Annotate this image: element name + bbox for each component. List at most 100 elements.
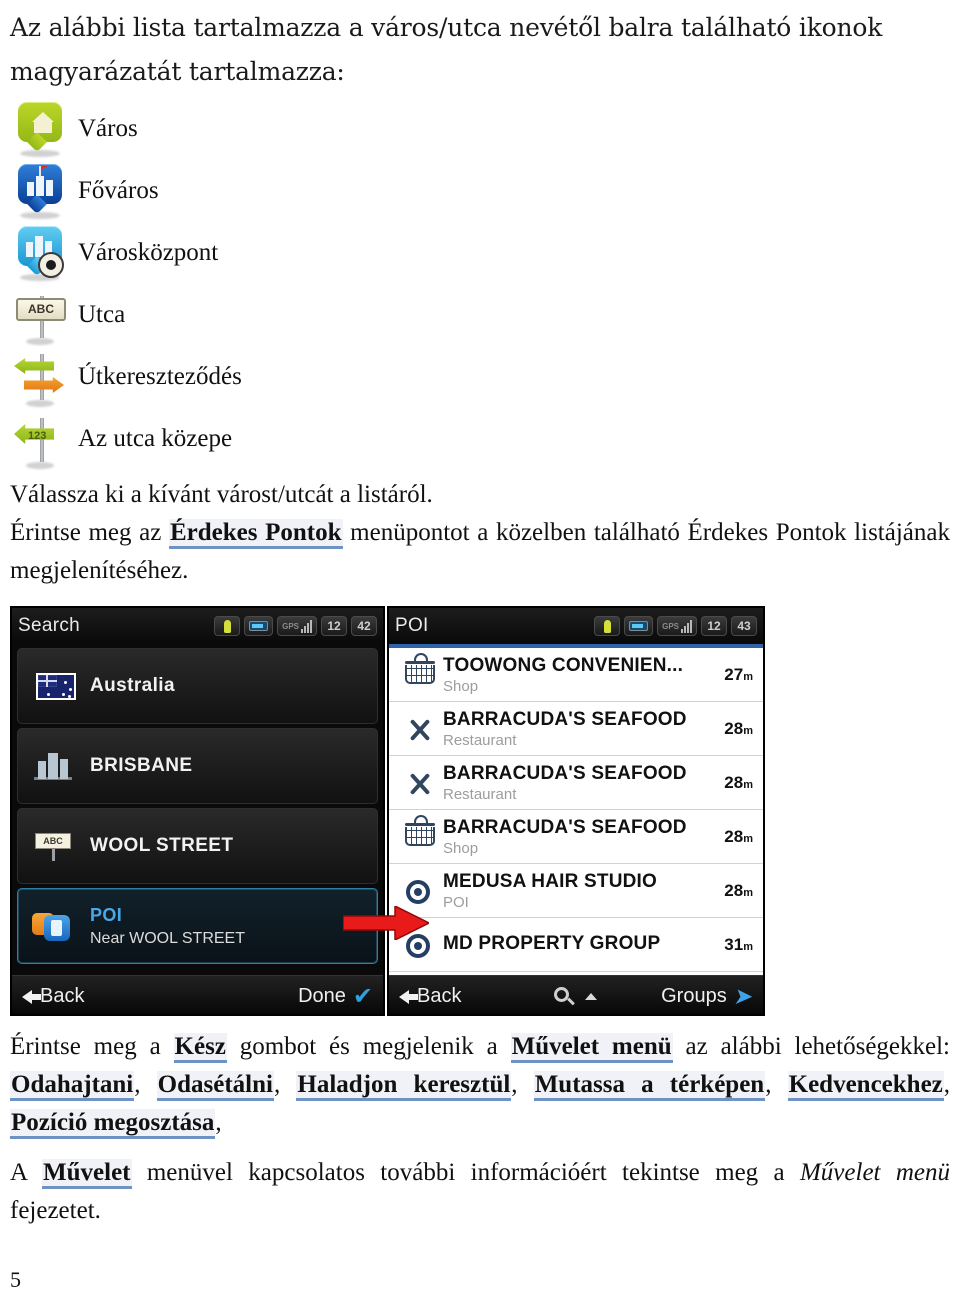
list-item-label: WOOL STREET bbox=[90, 835, 234, 856]
poi-screen-footer: Back Groups ➤ bbox=[389, 975, 763, 1014]
back-button-label: Back bbox=[40, 985, 85, 1007]
list-item: ABC Utca bbox=[10, 284, 950, 346]
back-arrow-icon bbox=[399, 989, 418, 1004]
legend-label: Főváros bbox=[78, 177, 159, 204]
search-button[interactable] bbox=[553, 986, 597, 1007]
legend-label: Város bbox=[78, 115, 138, 142]
gps-signal-icon: GPS bbox=[277, 616, 317, 636]
list-item: Város bbox=[10, 98, 950, 160]
table-row[interactable]: MEDUSA HAIR STUDIO POI 28m bbox=[389, 864, 763, 918]
battery-icon bbox=[244, 616, 274, 636]
legend-label: Városközpont bbox=[78, 239, 219, 266]
abc-street-sign-icon: ABC bbox=[10, 284, 72, 346]
paragraph-done-instruction: Érintse meg a Kész gombot és megjelenik … bbox=[10, 1028, 950, 1142]
distance-unit: m bbox=[743, 832, 753, 845]
gps-label: GPS bbox=[282, 621, 299, 631]
list-item-label: BRISBANE bbox=[90, 755, 193, 776]
list-item: Főváros bbox=[10, 160, 950, 222]
junction-arrows-icon bbox=[10, 346, 72, 408]
back-arrow-icon bbox=[22, 989, 41, 1004]
list-item[interactable]: ABC WOOL STREET bbox=[17, 808, 378, 884]
distance-unit: m bbox=[743, 886, 753, 899]
caret-up-icon bbox=[584, 993, 597, 1000]
text-run: az alábbi lehetőségekkel: bbox=[672, 1033, 951, 1060]
back-button-label: Back bbox=[417, 985, 462, 1007]
list-item: 123 Az utca közepe bbox=[10, 408, 950, 470]
link-option-haladjon-keresztul[interactable]: Haladjon keresztül bbox=[296, 1071, 512, 1101]
poi-fuel-icon bbox=[30, 903, 82, 949]
poi-screen-device: POI GPS 12 43 TOOWONG CONVENIEN... Shop … bbox=[387, 606, 765, 1016]
back-button[interactable]: Back bbox=[22, 985, 84, 1008]
list-item[interactable]: Australia bbox=[17, 648, 378, 724]
poi-distance: 28m bbox=[709, 881, 757, 901]
list-item-label: Australia bbox=[90, 675, 175, 696]
done-button[interactable]: Done ✔ bbox=[298, 982, 373, 1010]
text-run: fejezetet. bbox=[10, 1197, 101, 1224]
search-screen-device: Search GPS 12 42 Australia BRISBANE ABC … bbox=[10, 606, 385, 1016]
poi-name: BARRACUDA'S SEAFOOD bbox=[443, 762, 687, 784]
poi-screen-header: POI GPS 12 43 bbox=[389, 608, 763, 644]
poi-distance: 31m bbox=[709, 935, 757, 955]
list-item-label: POI bbox=[90, 904, 123, 925]
sign-text: ABC bbox=[16, 298, 66, 321]
link-option-odasetalni[interactable]: Odasétálni bbox=[156, 1071, 274, 1101]
groups-button[interactable]: Groups ➤ bbox=[661, 983, 755, 1010]
poi-distance: 28m bbox=[709, 773, 757, 793]
table-row[interactable]: TOOWONG CONVENIEN... Shop 27m bbox=[389, 648, 763, 702]
australia-flag-icon bbox=[30, 663, 82, 709]
done-button-label: Done bbox=[298, 985, 346, 1007]
restaurant-icon bbox=[397, 709, 443, 749]
link-muvelet[interactable]: Művelet bbox=[42, 1159, 132, 1189]
list-item: Városközpont bbox=[10, 222, 950, 284]
link-muvelet-menu[interactable]: Művelet menü bbox=[510, 1033, 673, 1063]
pedestrian-icon bbox=[214, 616, 241, 636]
green-house-pin-icon bbox=[10, 98, 72, 160]
cyan-city-centre-pin-icon bbox=[10, 222, 72, 284]
link-option-pozicio-megosztasa[interactable]: Pozíció megosztása bbox=[10, 1109, 216, 1139]
table-row[interactable]: BARRACUDA'S SEAFOOD Shop 28m bbox=[389, 810, 763, 864]
link-option-odahajtani[interactable]: Odahajtani bbox=[10, 1071, 135, 1101]
poi-category: Restaurant bbox=[443, 731, 517, 749]
poi-distance: 27m bbox=[709, 665, 757, 685]
red-arrow-icon bbox=[343, 906, 429, 940]
restaurant-icon bbox=[397, 763, 443, 803]
link-kesz[interactable]: Kész bbox=[173, 1033, 227, 1063]
status-value-minutes: 43 bbox=[731, 616, 757, 636]
battery-icon bbox=[624, 616, 654, 636]
distance-value: 27 bbox=[724, 664, 744, 684]
distance-unit: m bbox=[743, 670, 753, 683]
link-erdekes-pontok[interactable]: Érdekes Pontok bbox=[168, 519, 343, 549]
search-screen-header: Search GPS 12 42 bbox=[12, 608, 383, 644]
list-item-selected-poi[interactable]: POI Near WOOL STREET bbox=[17, 888, 378, 964]
poi-name: BARRACUDA'S SEAFOOD bbox=[443, 708, 687, 730]
gps-signal-icon: GPS bbox=[657, 616, 697, 636]
legend-label: Az utca közepe bbox=[78, 425, 233, 452]
paragraph-select-city: Válassza ki a kívánt várost/utcát a list… bbox=[10, 481, 433, 508]
link-option-mutassa-a-terkepen[interactable]: Mutassa a térképen bbox=[533, 1071, 766, 1101]
poi-name: MD PROPERTY GROUP bbox=[443, 933, 661, 954]
distance-unit: m bbox=[743, 778, 753, 791]
page-number: 5 bbox=[10, 1267, 21, 1292]
poi-name: BARRACUDA'S SEAFOOD bbox=[443, 816, 687, 838]
text-run: menüvel kapcsolatos további információér… bbox=[131, 1159, 800, 1186]
table-row[interactable]: BARRACUDA'S SEAFOOD Restaurant 28m bbox=[389, 702, 763, 756]
distance-value: 28 bbox=[724, 880, 744, 900]
table-row[interactable]: BARRACUDA'S SEAFOOD Restaurant 28m bbox=[389, 756, 763, 810]
text-run: Érintse meg a bbox=[10, 1033, 174, 1060]
poi-name: TOOWONG CONVENIEN... bbox=[443, 654, 684, 676]
paragraph-poi-instruction: Érintse meg az Érdekes Pontok menüpontot… bbox=[10, 514, 950, 590]
list-item[interactable]: BRISBANE bbox=[17, 728, 378, 804]
check-icon: ✔ bbox=[352, 982, 373, 1010]
text-run: A bbox=[10, 1159, 43, 1186]
distance-value: 31 bbox=[724, 934, 744, 954]
street-midpoint-arrow-icon: 123 bbox=[10, 408, 72, 470]
screen-title: POI bbox=[395, 615, 429, 636]
link-option-kedvencekhez[interactable]: Kedvencekhez bbox=[787, 1071, 944, 1101]
status-bar: GPS 12 42 bbox=[214, 616, 377, 636]
abc-street-sign-icon: ABC bbox=[30, 823, 82, 869]
back-button[interactable]: Back bbox=[399, 985, 461, 1008]
distance-value: 28 bbox=[724, 826, 744, 846]
table-row[interactable]: MD PROPERTY GROUP 31m bbox=[389, 918, 763, 972]
distance-unit: m bbox=[743, 724, 753, 737]
distance-value: 28 bbox=[724, 772, 744, 792]
